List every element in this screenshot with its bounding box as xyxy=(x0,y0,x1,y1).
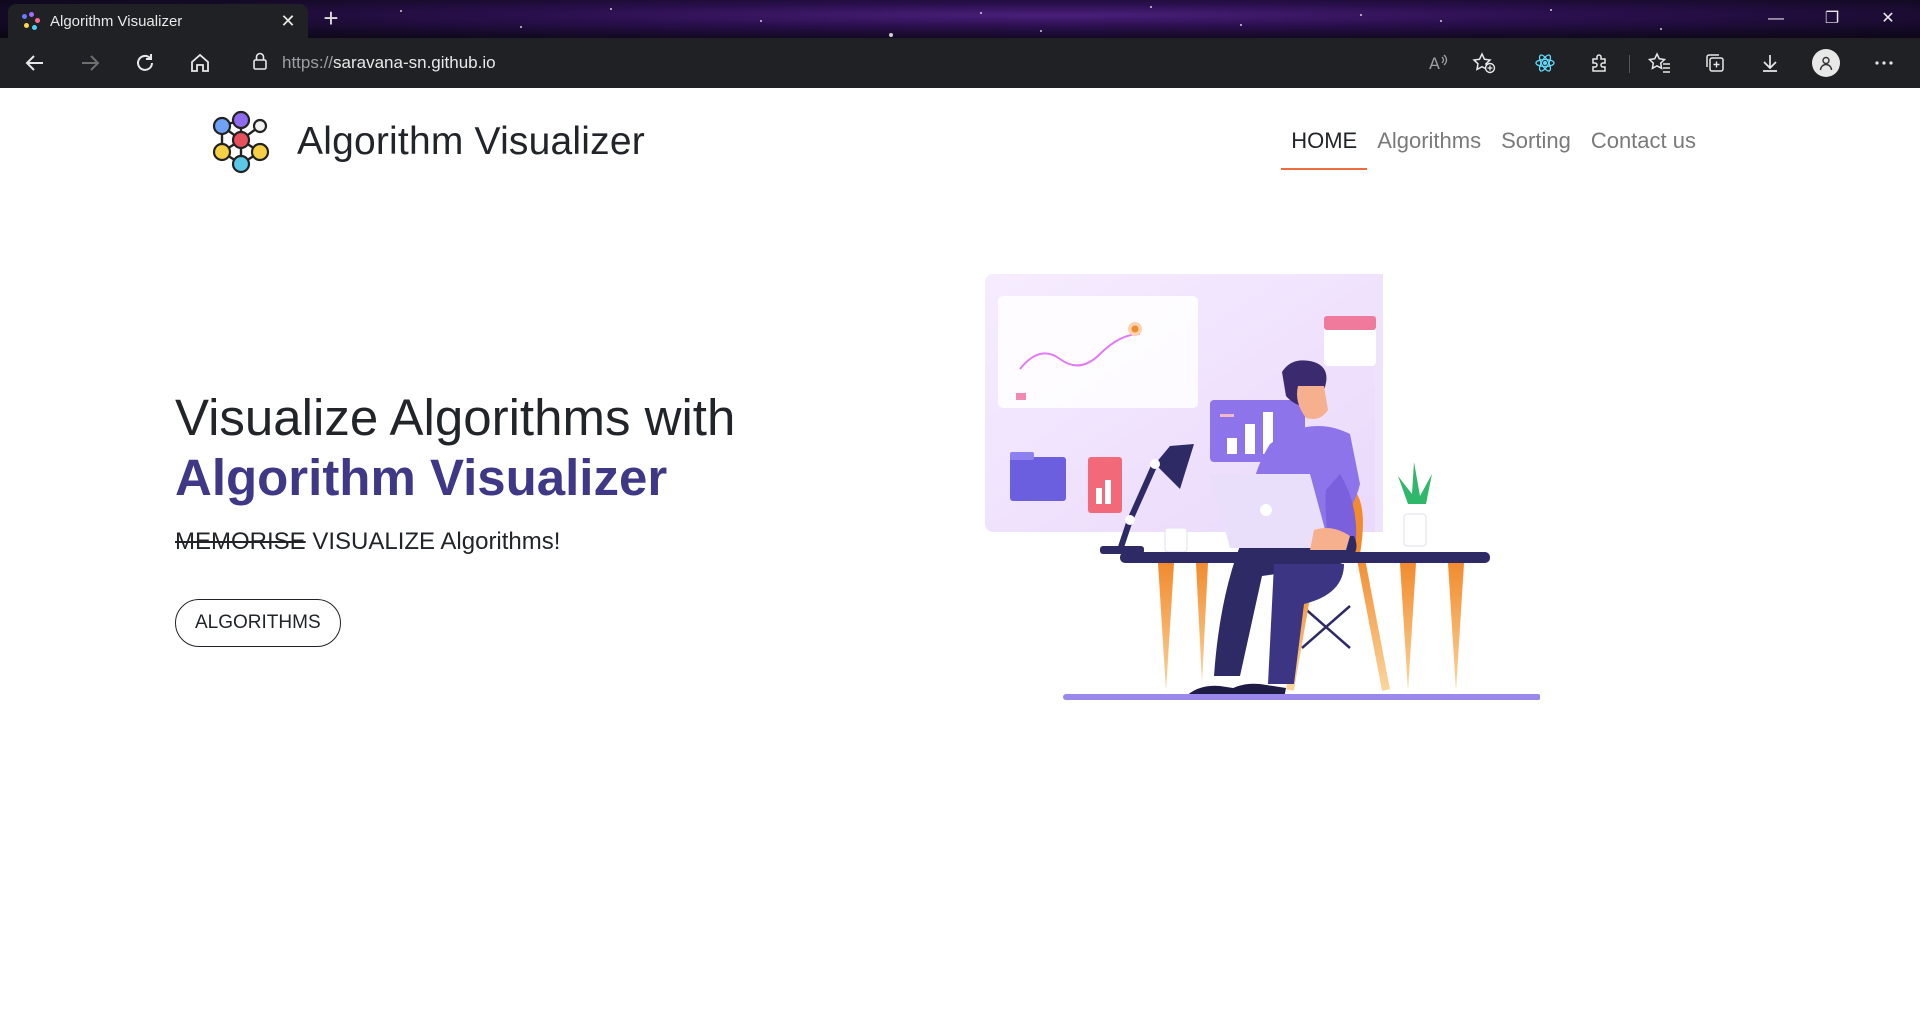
download-icon[interactable] xyxy=(1752,46,1788,80)
profile-icon[interactable] xyxy=(1808,46,1844,80)
collections-icon[interactable] xyxy=(1697,46,1733,80)
hero-subtitle-struck: MEMORISE xyxy=(175,528,306,555)
home-icon[interactable] xyxy=(182,46,218,80)
back-icon[interactable] xyxy=(17,46,53,80)
algorithms-cta-button[interactable]: ALGORITHMS xyxy=(175,599,341,647)
hero-title-accent: Algorithm Visualizer xyxy=(175,449,668,506)
restore-button[interactable]: ❐ xyxy=(1804,0,1860,38)
browser-toolbar: https://saravana-sn.github.io A xyxy=(0,38,1920,88)
site-navbar: Algorithm Visualizer HOME Algorithms Sor… xyxy=(0,88,1920,198)
nav-link-home[interactable]: HOME xyxy=(1281,128,1368,170)
new-tab-button[interactable]: + xyxy=(316,4,346,34)
brand-logo-icon xyxy=(212,110,270,174)
tab-title: Algorithm Visualizer xyxy=(50,12,183,30)
hero-title: Visualize Algorithms with Algorithm Visu… xyxy=(175,388,735,508)
toolbar-divider xyxy=(1629,55,1630,73)
brand[interactable]: Algorithm Visualizer xyxy=(205,106,645,178)
site-favicon-icon xyxy=(22,12,40,30)
nav-links: HOME Algorithms Sorting Contact us xyxy=(1281,128,1706,170)
tab-close-icon[interactable]: ✕ xyxy=(278,11,298,32)
read-aloud-icon[interactable]: A xyxy=(1420,46,1456,80)
minimize-button[interactable]: — xyxy=(1748,0,1804,38)
browser-tab-strip: Algorithm Visualizer ✕ + — ❐ ✕ xyxy=(0,0,1920,38)
hero-title-line1: Visualize Algorithms with xyxy=(175,389,736,446)
lock-icon[interactable] xyxy=(252,52,268,75)
react-devtools-icon[interactable] xyxy=(1527,46,1563,80)
svg-text:A: A xyxy=(1429,54,1440,73)
favorites-icon[interactable] xyxy=(1642,46,1678,80)
url-text[interactable]: https://saravana-sn.github.io xyxy=(282,53,496,73)
address-bar[interactable]: https://saravana-sn.github.io xyxy=(238,45,1508,81)
nav-link-algorithms[interactable]: Algorithms xyxy=(1367,128,1491,170)
hero-subtitle-rest: VISUALIZE Algorithms! xyxy=(305,528,561,555)
add-favorite-icon[interactable] xyxy=(1466,46,1502,80)
brand-name: Algorithm Visualizer xyxy=(297,120,645,163)
refresh-icon[interactable] xyxy=(127,46,163,80)
forward-icon[interactable] xyxy=(72,46,108,80)
nav-link-contact[interactable]: Contact us xyxy=(1581,128,1706,170)
browser-tab-active[interactable]: Algorithm Visualizer ✕ xyxy=(8,4,308,38)
hero-illustration xyxy=(985,274,1540,700)
hero-subtitle: MEMORISE VISUALIZE Algorithms! xyxy=(175,528,560,556)
extensions-icon[interactable] xyxy=(1582,46,1618,80)
nav-link-sorting[interactable]: Sorting xyxy=(1491,128,1581,170)
close-window-button[interactable]: ✕ xyxy=(1860,0,1916,38)
page-content: Algorithm Visualizer HOME Algorithms Sor… xyxy=(0,88,1920,1020)
more-icon[interactable] xyxy=(1866,46,1902,80)
